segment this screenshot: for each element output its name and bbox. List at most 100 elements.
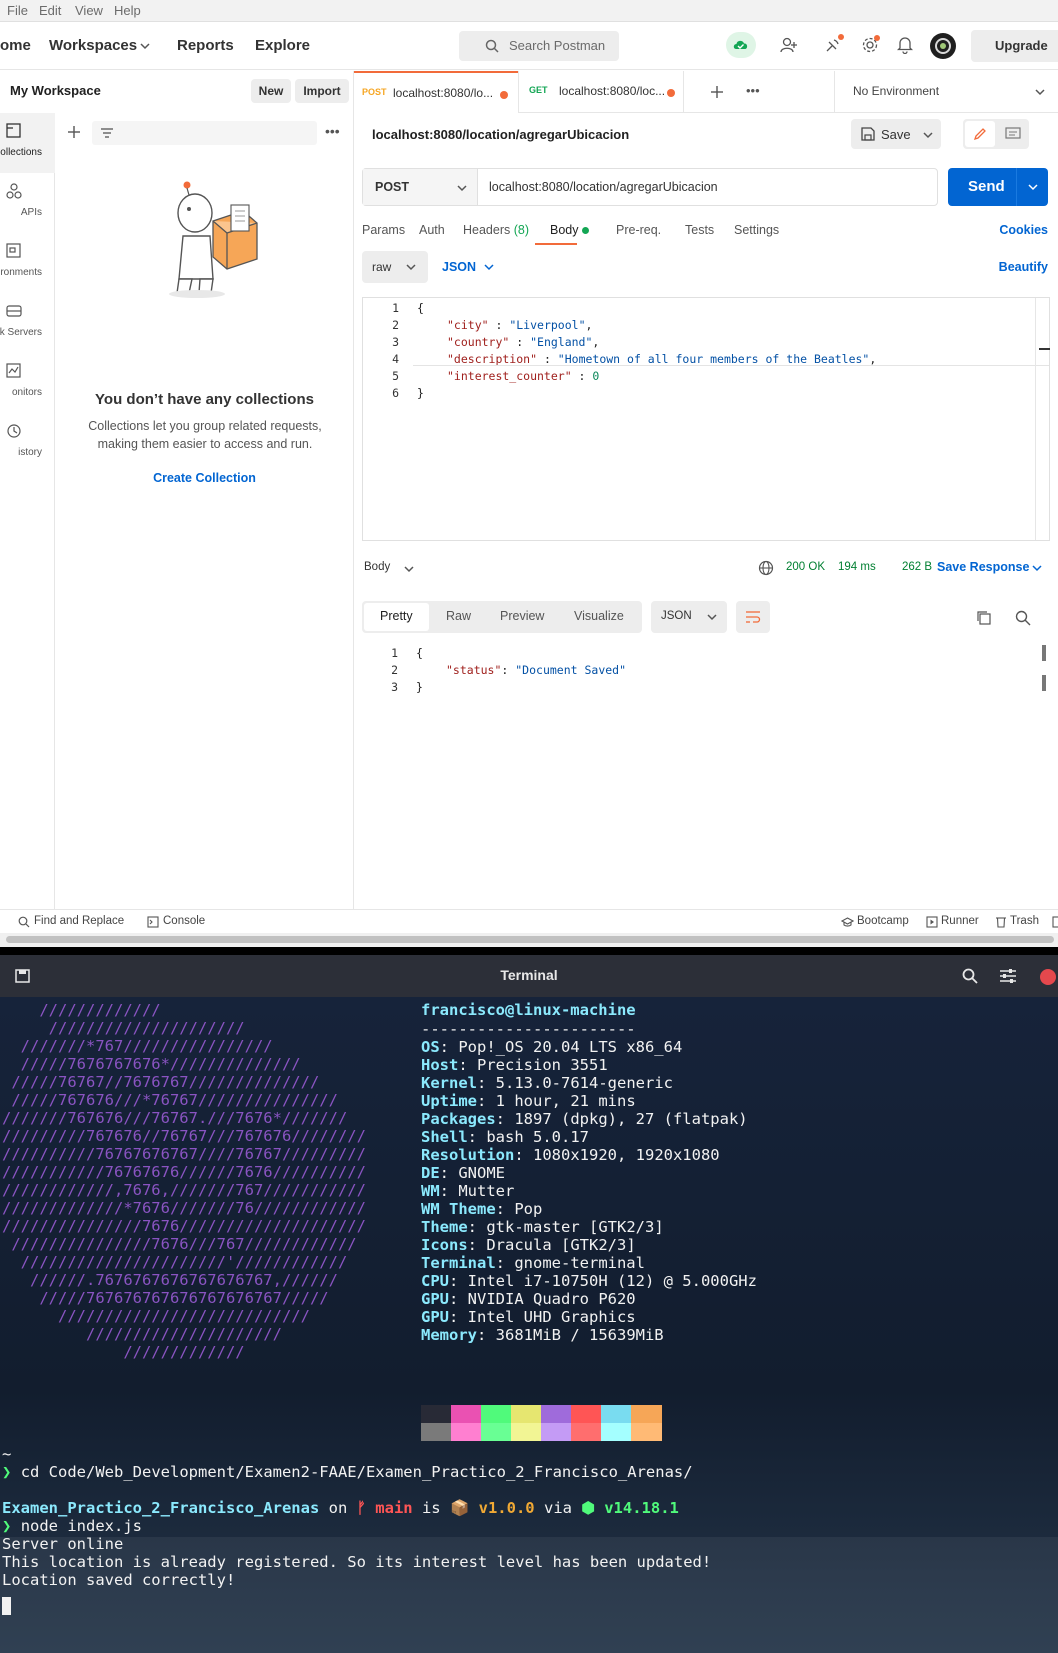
sidebar-item-history[interactable]: istory	[0, 413, 55, 473]
terminal-body[interactable]: ///////////// ///////////////////// ////…	[0, 997, 1058, 1653]
new-button[interactable]: New	[251, 79, 291, 103]
beautify-link[interactable]: Beautify	[999, 260, 1048, 274]
view-preview[interactable]: Preview	[500, 609, 544, 623]
environment-selector[interactable]: No Environment	[834, 71, 1058, 113]
chevron-down-icon[interactable]	[1032, 564, 1042, 572]
satellite-icon[interactable]	[824, 34, 844, 54]
nav-home[interactable]: ome	[0, 37, 31, 54]
bell-icon[interactable]	[897, 36, 913, 54]
settings-gear-icon[interactable]	[861, 35, 881, 55]
sync-status[interactable]	[726, 32, 756, 58]
method-select[interactable]: POST	[363, 169, 478, 205]
tab-body[interactable]: Body	[550, 223, 589, 237]
response-body-viewer[interactable]: 1 2 3 { "status": "Document Saved" }	[362, 643, 1050, 723]
upgrade-button[interactable]: Upgrade	[971, 30, 1058, 62]
avatar[interactable]	[930, 33, 956, 59]
menu-help[interactable]: Help	[114, 3, 141, 18]
search-icon[interactable]	[1015, 610, 1031, 626]
scrollbar-thumb[interactable]	[6, 936, 1054, 943]
tab-settings[interactable]: Settings	[734, 223, 779, 237]
comments-icon[interactable]	[1005, 127, 1021, 141]
chevron-down-icon	[707, 614, 717, 621]
view-raw[interactable]: Raw	[446, 609, 471, 623]
horizontal-scrollbar[interactable]	[0, 933, 1058, 947]
menu-file[interactable]: File	[7, 3, 28, 18]
find-replace-button[interactable]: Find and Replace	[34, 915, 124, 927]
copy-icon[interactable]	[976, 610, 992, 626]
save-response-button[interactable]: Save Response	[937, 560, 1029, 574]
sidebar-item-apis[interactable]: APIs	[0, 173, 55, 233]
wrap-lines-button[interactable]	[736, 601, 770, 633]
ascii-logo-line: /////////////////////	[2, 1019, 245, 1037]
palette-swatch	[601, 1423, 632, 1441]
menu-edit[interactable]: Edit	[39, 3, 61, 18]
current-line-highlight	[413, 365, 1049, 366]
sidebar-item-label: ronments	[0, 267, 42, 278]
sidebar-item-monitors[interactable]: onitors	[0, 353, 55, 413]
close-button[interactable]	[1040, 969, 1056, 985]
nav-workspaces[interactable]: Workspaces	[49, 37, 137, 54]
tab-params[interactable]: Params	[362, 223, 405, 237]
line-number: 6	[392, 386, 399, 400]
request-body-editor[interactable]: 1 2 3 4 5 6 { "city" : "Liverpool", "cou…	[362, 297, 1050, 541]
nav-reports[interactable]: Reports	[177, 37, 234, 54]
plus-icon[interactable]	[67, 125, 81, 139]
filter-input[interactable]	[92, 121, 317, 145]
import-button[interactable]: Import	[295, 79, 349, 103]
nav-explore[interactable]: Explore	[255, 37, 310, 54]
preferences-icon[interactable]	[999, 968, 1017, 984]
tab-tests[interactable]: Tests	[685, 223, 714, 237]
json-value: "Document Saved"	[515, 663, 627, 677]
new-tab-plus-icon[interactable]	[710, 85, 724, 99]
search-box[interactable]: Search Postman	[459, 31, 619, 61]
filter-icon	[101, 128, 113, 138]
sidebar-item-mock-servers[interactable]: k Servers	[0, 293, 55, 353]
bootcamp-button[interactable]: Bootcamp	[857, 915, 909, 927]
ascii-logo-line: /////76767//7676767//////////////	[2, 1073, 320, 1091]
url-input[interactable]: localhost:8080/location/agregarUbicacion	[489, 180, 718, 194]
trash-button[interactable]: Trash	[1010, 915, 1039, 927]
search-icon[interactable]	[962, 968, 978, 984]
save-button[interactable]: Save	[851, 119, 941, 149]
tab-get-request[interactable]: GET localhost:8080/loc...	[518, 71, 684, 113]
tabs-more-icon[interactable]: •••	[746, 83, 760, 98]
neofetch-info-line: CPU: Intel i7-10750H (12) @ 5.000GHz	[421, 1272, 757, 1290]
view-visualize[interactable]: Visualize	[574, 609, 624, 623]
layout-toggle-icon[interactable]	[1052, 916, 1058, 928]
tab-prereq[interactable]: Pre-req.	[616, 223, 661, 237]
more-options-icon[interactable]: •••	[325, 123, 340, 139]
response-body-select[interactable]: Body	[364, 561, 390, 573]
response-language-select[interactable]: JSON	[651, 601, 727, 633]
cookies-link[interactable]: Cookies	[999, 223, 1048, 237]
view-pretty[interactable]: Pretty	[364, 603, 429, 631]
invite-user-icon[interactable]	[780, 36, 798, 54]
console-button[interactable]: Console	[163, 915, 205, 927]
edit-mode-button[interactable]	[965, 121, 995, 147]
sidebar-item-collections[interactable]: ollections	[0, 113, 55, 173]
chevron-down-icon[interactable]	[923, 131, 933, 139]
body-mode-select[interactable]: raw	[362, 251, 428, 283]
sidebar-item-environments[interactable]: ronments	[0, 233, 55, 293]
tab-auth[interactable]: Auth	[419, 223, 445, 237]
tab-post-request[interactable]: POST localhost:8080/lo...	[354, 71, 518, 113]
menu-view[interactable]: View	[75, 3, 103, 18]
git-branch-icon: ᚠ	[356, 1499, 366, 1517]
chevron-down-icon[interactable]	[1028, 183, 1038, 191]
response-status[interactable]: 200 OK	[786, 561, 825, 573]
tab-headers[interactable]: Headers (8)	[463, 223, 529, 237]
response-size[interactable]: 262 B	[902, 561, 932, 573]
search-label: Search Postman	[509, 38, 606, 53]
tab-method: GET	[529, 85, 548, 95]
palette-swatch	[451, 1405, 482, 1423]
request-title[interactable]: localhost:8080/location/agregarUbicacion	[372, 127, 629, 142]
json-key: "status"	[446, 663, 502, 677]
chevron-down-icon[interactable]	[404, 565, 414, 573]
response-time[interactable]: 194 ms	[838, 561, 876, 573]
create-collection-link[interactable]: Create Collection	[55, 471, 354, 485]
empty-state-title: You don’t have any collections	[95, 391, 314, 408]
output-line: Location saved correctly!	[2, 1571, 236, 1589]
send-button[interactable]: Send	[948, 168, 1048, 206]
terminal-header: Terminal	[0, 955, 1058, 997]
globe-icon[interactable]	[758, 560, 774, 576]
runner-button[interactable]: Runner	[941, 915, 979, 927]
